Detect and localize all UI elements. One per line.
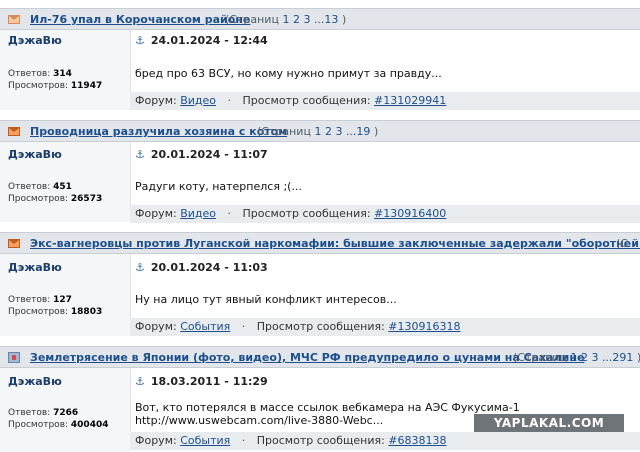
topic-pages: (Страниц 1 2 3 ...13 ) — [225, 13, 347, 26]
anchor-icon[interactable]: ⚓ — [135, 261, 145, 274]
post-date: ⚓ 20.01.2024 - 11:07 — [135, 148, 268, 161]
divider — [130, 142, 131, 205]
topic-title-link[interactable]: Проводница разлучила хозяина с котом — [30, 125, 287, 138]
topic-header: Экс-вагнеровцы против Луганской наркомаф… — [0, 232, 640, 254]
page-link[interactable]: 1 — [314, 125, 321, 138]
divider — [130, 30, 131, 92]
page-link[interactable]: ...19 — [346, 125, 371, 138]
post-date: ⚓ 20.01.2024 - 11:03 — [135, 261, 268, 274]
post-text: бред про 63 ВСУ, но кому нужно примут за… — [135, 67, 442, 80]
divider — [130, 254, 131, 318]
page-link[interactable]: 3 — [335, 125, 342, 138]
post-date: ⚓ 24.01.2024 - 12:44 — [135, 34, 268, 47]
site-watermark: YAPLAKAL.COM — [474, 414, 624, 432]
topic-header: Ил-76 упал в Корочанском районе (Страниц… — [0, 8, 640, 30]
post-link[interactable]: #130916318 — [388, 320, 460, 333]
anchor-icon[interactable]: ⚓ — [135, 375, 145, 388]
forum-link[interactable]: События — [180, 434, 230, 447]
forum-link[interactable]: Видео — [180, 94, 216, 107]
forum-link[interactable]: События — [180, 320, 230, 333]
post-date: ⚓ 18.03.2011 - 11:29 — [135, 375, 268, 388]
envelope-light-icon — [8, 15, 20, 24]
page-link[interactable]: 1 — [282, 13, 289, 26]
topic-header: Землетрясение в Японии (фото, видео), МЧ… — [0, 346, 640, 368]
page-link[interactable]: ...291 — [602, 351, 634, 364]
divider — [130, 368, 131, 432]
post-footer: Форум: События · Просмотр сообщения: #13… — [130, 318, 640, 336]
envelope-icon — [8, 127, 20, 136]
page-link[interactable]: 3 — [303, 13, 310, 26]
post-text: Радуги коту, натерпелся ;(... — [135, 180, 302, 193]
page-link[interactable]: 3 — [591, 351, 598, 364]
topic-title-link[interactable]: Экс-вагнеровцы против Луганской наркомаф… — [30, 237, 640, 250]
post-link[interactable]: #131029941 — [374, 94, 446, 107]
post-footer: Форум: Видео · Просмотр сообщения: #1310… — [130, 92, 640, 110]
author-name[interactable]: ДэжаВю — [8, 148, 62, 161]
envelope-icon — [8, 239, 20, 248]
page-link[interactable]: ...13 — [314, 13, 339, 26]
author-name[interactable]: ДэжаВю — [8, 375, 62, 388]
author-name[interactable]: ДэжаВю — [8, 34, 62, 47]
topic-pages: (С — [616, 237, 628, 250]
topic-2: Проводница разлучила хозяина с котом (Ст… — [0, 120, 640, 223]
topic-1: Ил-76 упал в Корочанском районе (Страниц… — [0, 8, 640, 110]
topic-stats: Ответов: 127 Просмотров: 18803 — [8, 295, 103, 317]
topic-pages: (Страниц 1 2 3 ...291 ) — [513, 351, 640, 364]
author-name[interactable]: ДэжаВю — [8, 261, 62, 274]
topic-3: Экс-вагнеровцы против Луганской наркомаф… — [0, 232, 640, 336]
topic-4: Землетрясение в Японии (фото, видео), МЧ… — [0, 346, 640, 452]
page-link[interactable]: 2 — [581, 351, 588, 364]
page-link[interactable]: 2 — [293, 13, 300, 26]
page-link[interactable]: 2 — [325, 125, 332, 138]
webcam-link-text: http://www.uswebcam.com/live-3880-Webc..… — [135, 414, 384, 427]
topic-title-link[interactable]: Землетрясение в Японии (фото, видео), МЧ… — [30, 351, 584, 364]
topic-title-link[interactable]: Ил-76 упал в Корочанском районе — [30, 13, 250, 26]
anchor-icon[interactable]: ⚓ — [135, 148, 145, 161]
pinned-topic-icon — [8, 352, 20, 363]
anchor-icon[interactable]: ⚓ — [135, 34, 145, 47]
forum-link[interactable]: Видео — [180, 207, 216, 220]
post-link[interactable]: #130916400 — [374, 207, 446, 220]
post-link[interactable]: #6838138 — [388, 434, 446, 447]
topic-header: Проводница разлучила хозяина с котом (Ст… — [0, 120, 640, 142]
topic-stats: Ответов: 314 Просмотров: 11947 — [8, 69, 103, 91]
post-text: Вот, кто потерялся в массе ссылок вебкам… — [135, 401, 520, 427]
page-link[interactable]: 1 — [570, 351, 577, 364]
topic-stats: Ответов: 7266 Просмотров: 400404 — [8, 408, 109, 430]
post-text: Ну на лицо тут явный конфликт интересов.… — [135, 293, 397, 306]
topic-pages: (Страниц 1 2 3 ...19 ) — [257, 125, 379, 138]
post-footer: Форум: Видео · Просмотр сообщения: #1309… — [130, 205, 640, 223]
topic-stats: Ответов: 451 Просмотров: 26573 — [8, 182, 103, 204]
post-footer: Форум: События · Просмотр сообщения: #68… — [130, 432, 640, 450]
